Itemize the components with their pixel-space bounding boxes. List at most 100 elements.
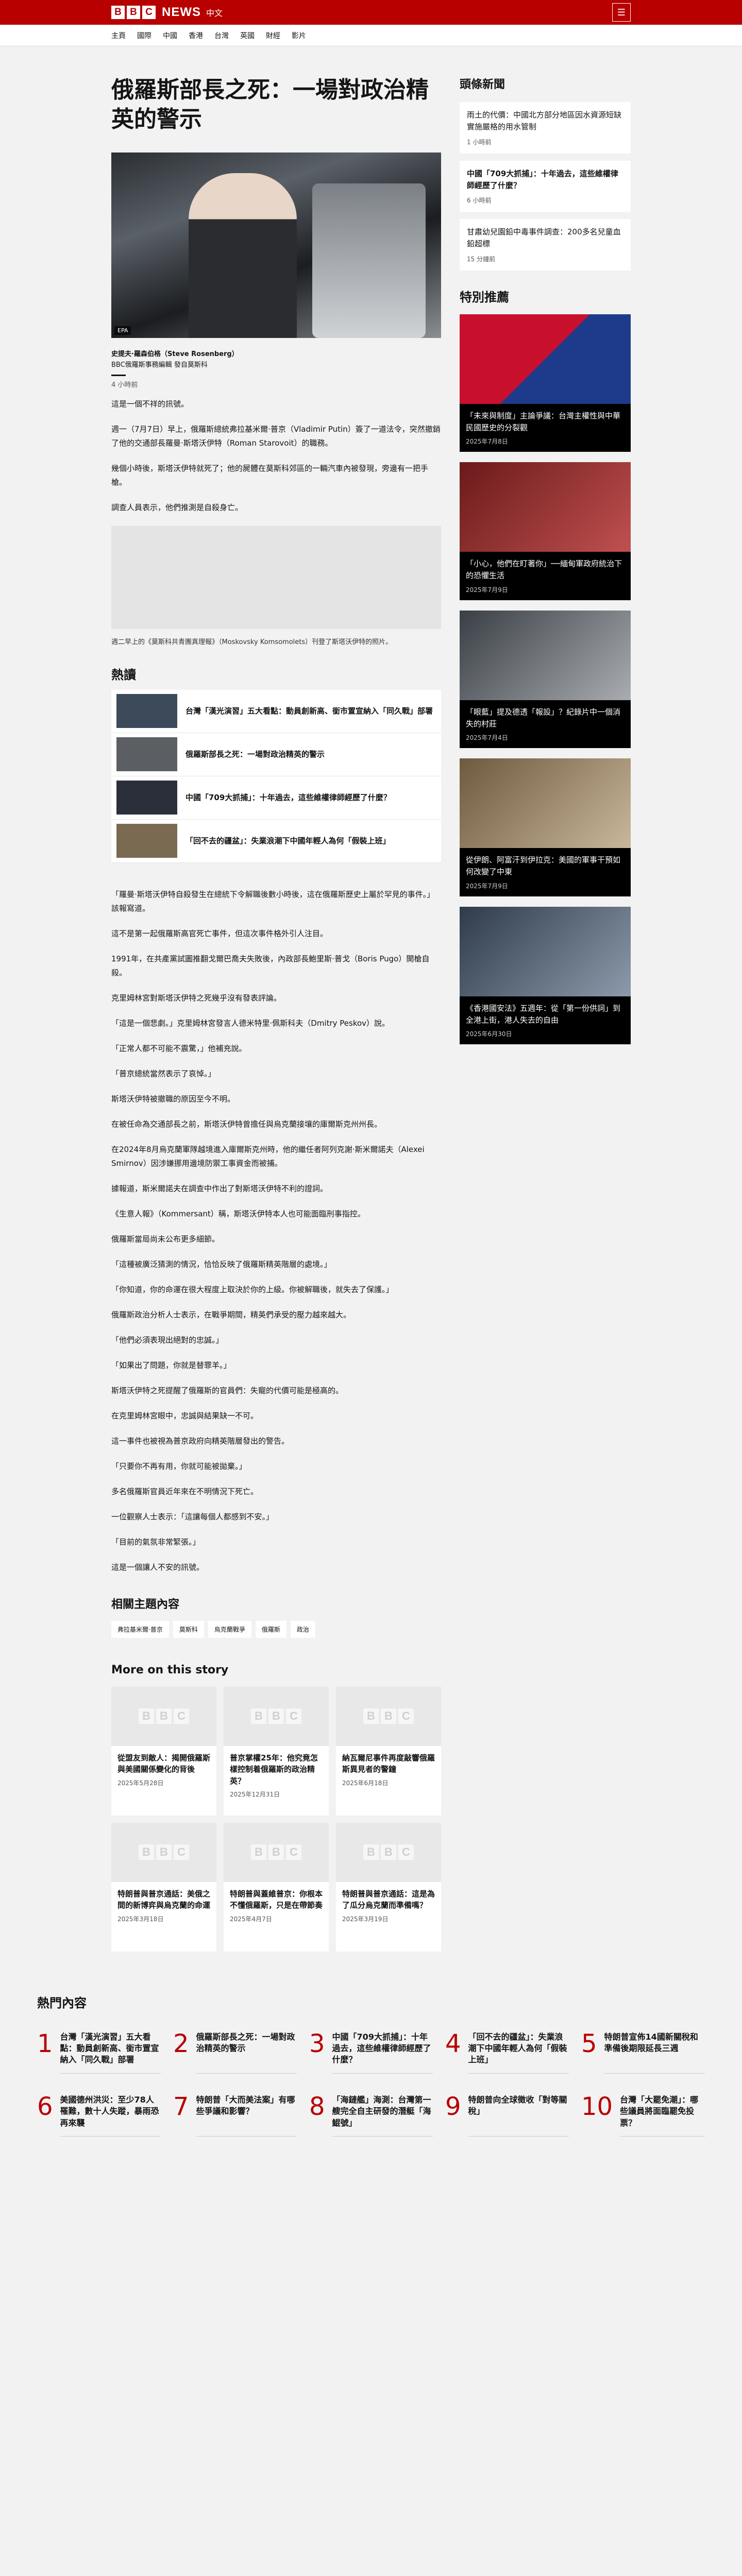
featured-image [460,758,631,848]
article-body-top: 這是一個不祥的訊號。 週一（7月7日）早上，俄羅斯總統弗拉基米爾·普京（Vladi… [111,397,441,515]
nav-item[interactable]: 香港 [189,30,203,41]
hero-image: EPA [111,152,441,338]
paragraph: 「正常人都不可能不震驚，」他補充說。 [111,1043,247,1053]
most-read-headline: 「海鏈艦」海測：台灣第一艘完全自主研發的潛艇「海鯤號」 [332,2094,433,2137]
most-read-headline: 俄羅斯部長之死：一場對政治精英的警示 [196,2031,297,2074]
most-read-headline: 美國德州洪災：至少78人罹難，數十人失蹤，暴雨恐再來襲 [60,2094,161,2137]
paragraph: 這不是第一起俄羅斯高官死亡事件，但這次事件格外引人注目。 [111,928,328,938]
story-card[interactable]: B B C 納瓦爾尼事件再度敲響俄羅斯異見者的警鐘 2025年6月18日 [336,1686,441,1816]
placeholder-logo-letter: C [174,1708,189,1724]
featured-item[interactable]: 從伊朗、阿富汗到伊拉克：美國的軍事干預如何改變了中東 2025年7月9日 [460,758,631,896]
most-read-item[interactable]: 6 美國德州洪災：至少78人罹難，數十人失蹤，暴雨恐再來襲 [37,2094,161,2137]
nav-item[interactable]: 財經 [266,30,280,41]
featured-image [460,462,631,552]
nav-item[interactable]: 英國 [240,30,255,41]
top-story-item[interactable]: 甘肅幼兒園鉛中毒事件調查：200多名兒童血鉛超標 15 分鐘前 [460,219,631,270]
paragraph: 「目前的氣氛非常緊張。」 [111,1537,200,1547]
paragraph: 俄羅斯當局尚未公布更多細節。 [111,1234,220,1244]
menu-icon[interactable]: ☰ [612,3,631,22]
most-read-item[interactable]: 7 特朗普「大而美法案」有哪些爭議和影響？ [173,2094,297,2137]
nav-item[interactable]: 主頁 [111,30,126,41]
hot-read-headline: 「回不去的疆盆」：失業浪潮下中國年輕人為何「假裝上班」 [185,836,391,845]
placeholder-logo-letter: C [398,1708,414,1724]
hot-read-thumbnail [116,737,177,772]
topic-tag[interactable]: 烏克蘭戰爭 [208,1620,251,1638]
most-read-item[interactable]: 5 特朗普宣佈14國新關稅和準備後期限延長三週 [581,2031,705,2074]
logo-letter-b2: B [127,6,140,19]
story-card-placeholder-logo: BBC [224,1822,329,1882]
featured-item[interactable]: 「小心，他們在盯著你」──緬甸軍政府統治下的恐懼生活 2025年7月9日 [460,462,631,600]
nav-item[interactable]: 國際 [137,30,151,41]
most-read-item[interactable]: 1 台灣「漢光演習」五大看點：動員創新高、銜市置宣納入「同久戰」部署 [37,2031,161,2074]
hot-read-item[interactable]: 台灣「漢光演習」五大看點：動員創新高、銜市置宣納入「同久戰」部署 [111,689,441,733]
story-card-date: 2025年4月7日 [230,1915,272,1923]
featured-item[interactable]: 「未來與制度」主論爭議：台灣主權性與中華民國歷史的分裂觀 2025年7月8日 [460,314,631,452]
nav-item[interactable]: 影片 [292,30,306,41]
page: B B C NEWS 中文 ☰ 主頁 國際 中國 香港 台灣 英國 財經 影片 俄羅斯部長之死… [0,0,742,2487]
most-read-rank: 5 [581,2029,597,2058]
top-story-item[interactable]: 中國「709大抓捕」：十年過去，這些維權律師經歷了什麼？ 6 小時前 [460,160,631,212]
logo-word: NEWS [162,5,201,19]
featured-item[interactable]: 「眼藍」提及德透「報設」？紀錄片中一個消失的村莊 2025年7月4日 [460,610,631,748]
story-card-placeholder-logo: BBC [111,1686,216,1746]
hot-read-item[interactable]: 中國「709大抓捕」：十年過去，這些維權律師經歷了什麼？ [111,776,441,820]
hot-read-headline: 台灣「漢光演習」五大看點：動員創新高、銜市置宣納入「同久戰」部署 [185,706,433,716]
placeholder-logo-letter: B [156,1708,172,1724]
most-read-headline: 台灣「大罷免潮」：哪些議員將面臨罷免投票？ [620,2094,705,2137]
top-story-time: 15 分鐘前 [467,255,496,263]
most-read-item[interactable]: 8 「海鏈艦」海測：台灣第一艘完全自主研發的潛艇「海鯤號」 [309,2094,433,2137]
paragraph: 這是一個讓人不安的訊號。 [111,1562,205,1572]
story-card[interactable]: B B C 從盟友到敵人：揭開俄羅斯與美國關係變化的背後 2025年5月28日 [111,1686,216,1816]
most-read-item[interactable]: 3 中國「709大抓捕」：十年過去，這些維權律師經歷了什麼？ [309,2031,433,2074]
paragraph: 在克里姆林宮眼中，忠誠與結果缺一不可。 [111,1411,259,1420]
featured-image [460,610,631,700]
nav-item[interactable]: 台灣 [214,30,229,41]
paragraph: 這一事件也被視為普京政府向精英階層發出的警告。 [111,1436,290,1446]
topic-tag[interactable]: 政治 [290,1620,315,1638]
featured-list: 「未來與制度」主論爭議：台灣主權性與中華民國歷史的分裂觀 2025年7月8日 「小心… [460,314,631,1044]
story-card[interactable]: B B C 普京掌權25年：他究竟怎樣控制着俄羅斯的政治精英？ 2025年12月31日 [224,1686,329,1816]
topic-tag[interactable]: 俄羅斯 [255,1620,286,1638]
placeholder-logo-letter: B [156,1844,172,1860]
story-card-title: 納瓦爾尼事件再度敲響俄羅斯異見者的警鐘 [342,1753,435,1774]
article-main: 俄羅斯部長之死：一場對政治精英的警示 EPA 史提夫·羅森伯格（Steve Ro… [111,75,441,1952]
featured-item[interactable]: 《香港國安法》五週年：從「第一份供詞」到全港上街，港人失去的自由 2025年6月3… [460,906,631,1044]
placeholder-logo-letter: C [398,1844,414,1860]
hot-read-item[interactable]: 俄羅斯部長之死：一場對政治精英的警示 [111,733,441,776]
story-card-title: 從盟友到敵人：揭開俄羅斯與美國關係變化的背後 [117,1753,211,1774]
topic-tag[interactable]: 莫斯科 [173,1620,204,1638]
story-card-date: 2025年5月28日 [117,1779,164,1787]
byline-role: BBC俄羅斯事務編輯 發自莫斯科 [111,361,208,369]
most-read-item[interactable]: 2 俄羅斯部長之死：一場對政治精英的警示 [173,2031,297,2074]
most-read-item[interactable]: 10 台灣「大罷免潮」：哪些議員將面臨罷免投票？ [581,2094,705,2137]
featured-headline: 「眼藍」提及德透「報設」？紀錄片中一個消失的村莊 [466,707,621,728]
related-topics-title: 相關主題內容 [111,1598,180,1611]
featured-headline: 從伊朗、阿富汗到伊拉克：美國的軍事干預如何改變了中東 [466,855,621,877]
story-card[interactable]: B B C 特朗普與普京通話：這是為了瓜分烏克蘭而準備嗎？ 2025年3月19日 [336,1822,441,1952]
topic-tag[interactable]: 弗拉基米爾·普京 [111,1620,169,1638]
placeholder-logo-letter: B [268,1708,284,1724]
most-read-headline: 特朗普向全球徵收「對等關稅」 [468,2094,569,2137]
sidebar: 頭條新聞 雨土的代價：中國北方部分地區因水資源短缺實施嚴格的用水管制 1 小時前中… [460,75,631,1952]
paragraph: 一位觀察人士表示：「這讓每個人都感到不安。」 [111,1512,274,1521]
story-card[interactable]: B B C 特朗普與普京通話：美俄之間的新博弈與烏克蘭的命運 2025年3月18日 [111,1822,216,1952]
most-read-item[interactable]: 9 特朗普向全球徵收「對等關稅」 [445,2094,569,2137]
placeholder-logo-letter: B [139,1844,154,1860]
top-story-item[interactable]: 雨土的代價：中國北方部分地區因水資源短缺實施嚴格的用水管制 1 小時前 [460,102,631,154]
most-read-headline: 台灣「漢光演習」五大看點：動員創新高、銜市置宣納入「同久戰」部署 [60,2031,161,2074]
story-card[interactable]: B B C 特朗普與蓋維普京：你根本不懂俄羅斯，只是在帶節奏 2025年4月7日 [224,1822,329,1952]
paragraph: 調查人員表示，他們推測是自殺身亡。 [111,502,243,512]
placeholder-logo-letter: B [268,1844,284,1860]
hot-read-item[interactable]: 「回不去的疆盆」：失業浪潮下中國年輕人為何「假裝上班」 [111,819,441,863]
featured-image [460,314,631,404]
paragraph: 「他們必須表現出絕對的忠誠。」 [111,1335,224,1345]
article-body-bottom: 「羅曼·斯塔沃伊特自殺發生在總統下令解職後數小時後，這在俄羅斯歷史上屬於罕見的事… [111,888,441,1574]
top-story-time: 1 小時前 [467,138,492,146]
featured-headline: 「未來與制度」主論爭議：台灣主權性與中華民國歷史的分裂觀 [466,411,621,432]
most-read-item[interactable]: 4 「回不去的疆盆」：失業浪潮下中國年輕人為何「假裝上班」 [445,2031,569,2074]
bbc-logo-link[interactable]: B B C NEWS 中文 [111,5,223,20]
site-header: B B C NEWS 中文 ☰ 主頁 國際 中國 香港 台灣 英國 財經 影片 [0,0,742,46]
paragraph: 「你知道，你的命運在很大程度上取決於你的上級。你被解職後，就失去了保護。」 [111,1284,394,1294]
most-read-rank: 8 [309,2092,325,2121]
nav-item[interactable]: 中國 [163,30,177,41]
